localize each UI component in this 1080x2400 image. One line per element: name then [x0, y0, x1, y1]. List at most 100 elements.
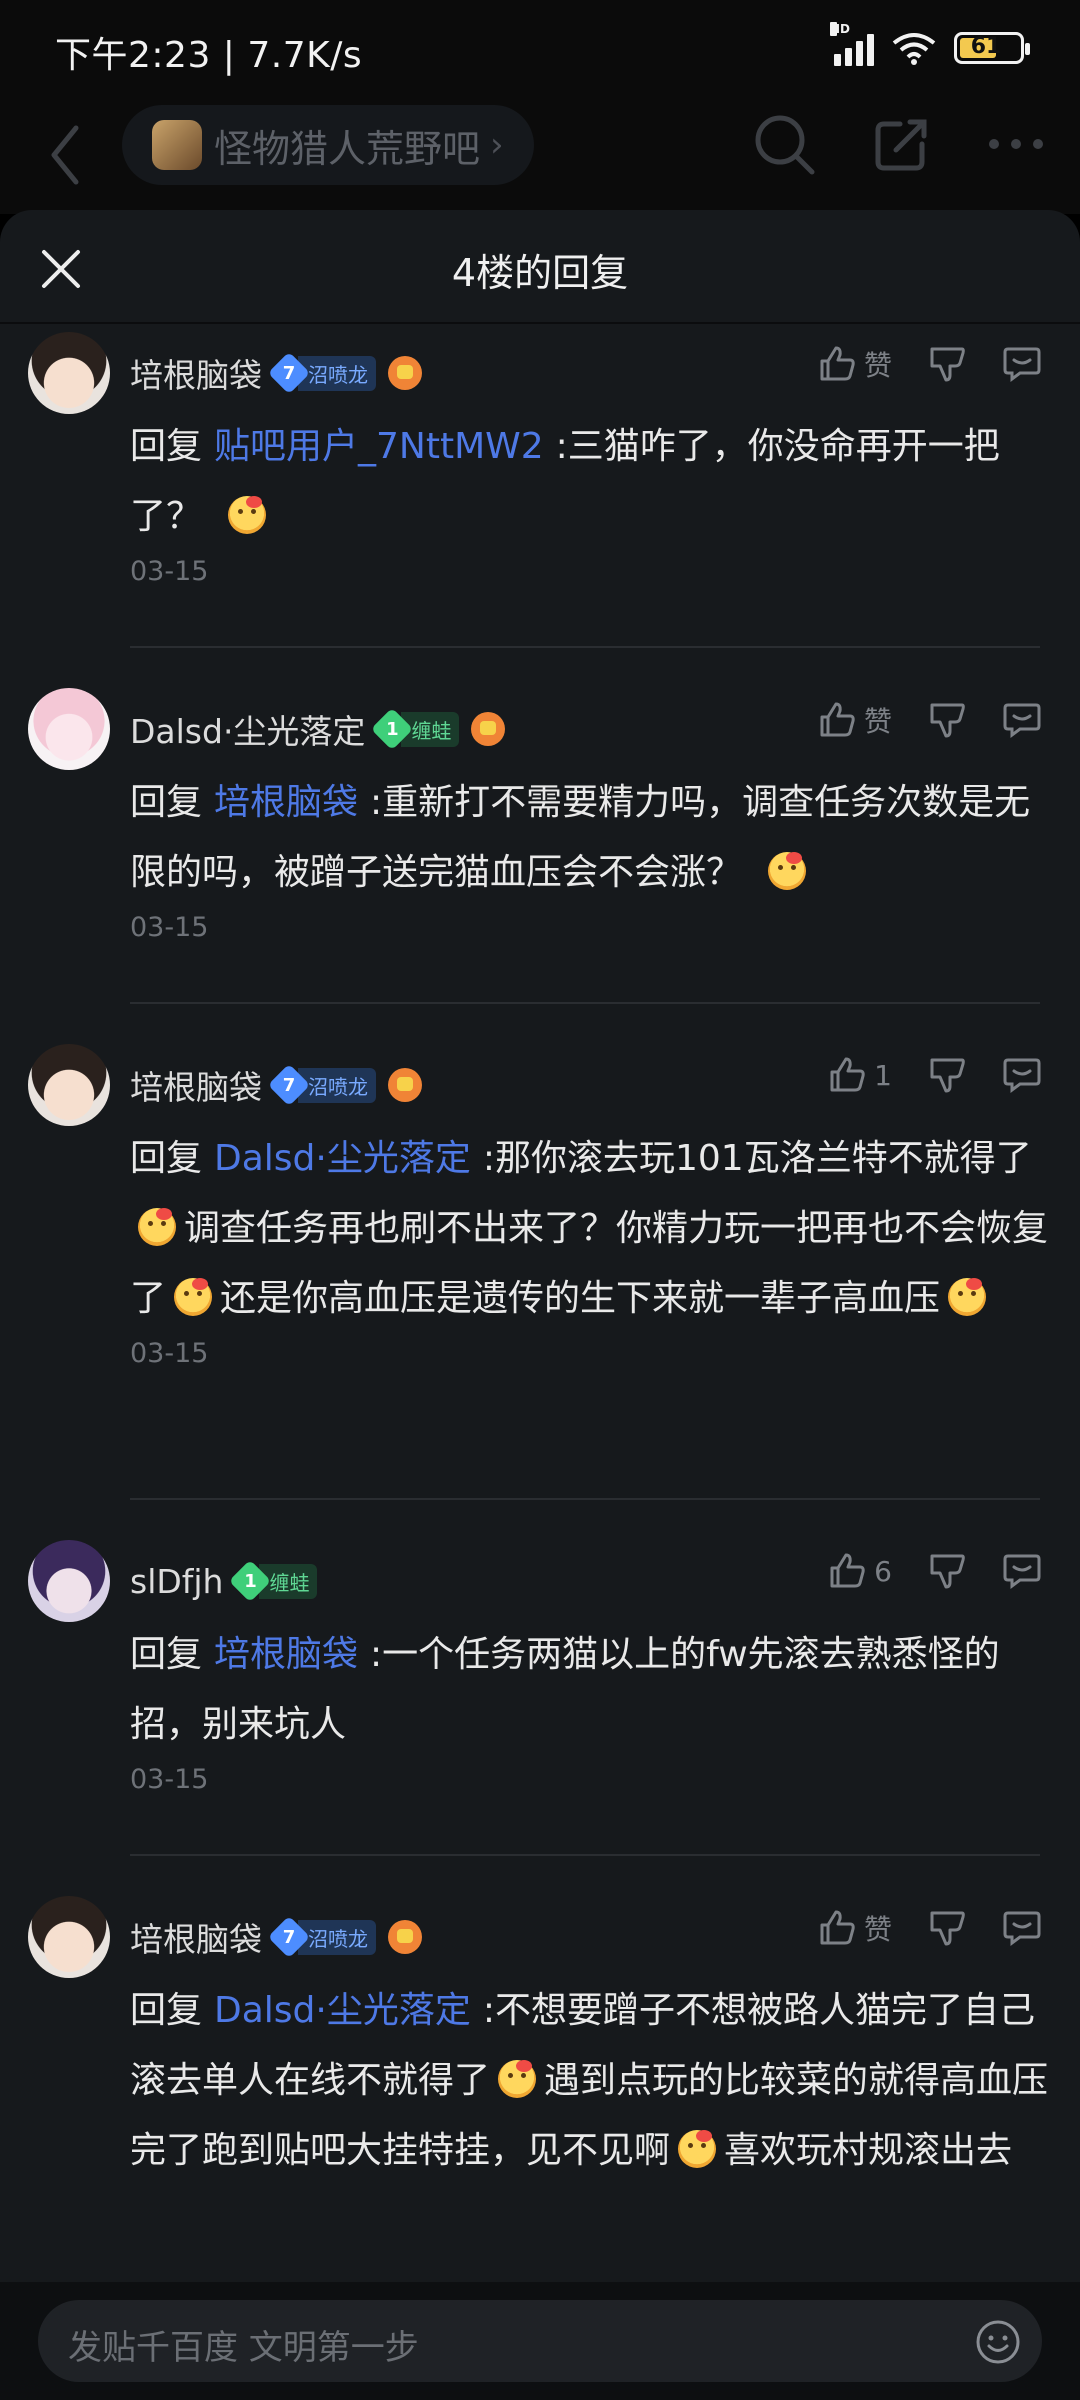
- thumbs-down-icon: [930, 347, 965, 382]
- like-button[interactable]: 1: [828, 1056, 892, 1094]
- comment-text: 回复 Dalsd·尘光落定:不想要蹭子不想被路人猫完了自己滚去单人在线不就得了 遇到…: [130, 1990, 1049, 2171]
- level-badge: 1 缠蛙: [233, 1563, 318, 1599]
- comment-icon: [1003, 1911, 1041, 1946]
- like-button[interactable]: 赞: [818, 700, 892, 740]
- dislike-button[interactable]: [928, 1552, 966, 1590]
- reply-sheet: 4楼的回复 培根脑袋 7 沼喷龙 赞 回复 贴吧用户_7NttMW2:三猫咋了…: [0, 210, 1080, 2400]
- nav-actions: [752, 112, 1044, 176]
- emoji-icon: [138, 1208, 176, 1246]
- comment-text: 回复 培根脑袋:重新打不需要精力吗，调查任务次数是无限的吗，被蹭子送完猫血压会不会…: [130, 782, 1031, 893]
- dislike-button[interactable]: [928, 345, 966, 383]
- comment-item: 培根脑袋 7 沼喷龙 赞 回复 贴吧用户_7NttMW2:三猫咋了，你没命再开…: [0, 324, 1080, 587]
- emoji-icon: [948, 1278, 987, 1316]
- thumbs-up-icon: [830, 1057, 865, 1092]
- avatar[interactable]: [28, 332, 110, 414]
- thumbs-up-icon: [820, 702, 855, 737]
- comment-text: 回复 贴吧用户_7NttMW2:三猫咋了，你没命再开一把了？: [130, 426, 1000, 537]
- thumbs-down-icon: [930, 1911, 965, 1946]
- bottom-input-bar: 发贴千百度 文明第一步: [0, 2282, 1080, 2400]
- mention-link[interactable]: 培根脑袋: [214, 1634, 358, 1675]
- comment-item: slDfjh 1 缠蛙 6 回复 培根脑袋:一个任务两猫以上的fw先滚去熟悉怪…: [0, 1532, 1080, 1795]
- forum-link[interactable]: 怪物猎人荒野吧 ›: [122, 105, 534, 185]
- comment-item: 培根脑袋 7 沼喷龙 1 回复 Dalsd·尘光落定:那你滚去玩101瓦洛兰特…: [0, 1036, 1080, 1369]
- divider: [130, 1002, 1040, 1004]
- username[interactable]: slDfjh: [130, 1562, 223, 1601]
- emoji-icon: [228, 496, 267, 534]
- dislike-button[interactable]: [928, 701, 966, 739]
- mention-link[interactable]: Dalsd·尘光落定: [214, 1138, 471, 1179]
- divider: [130, 646, 1040, 648]
- comment-date: 03-15: [130, 912, 209, 943]
- emoji-icon: [768, 852, 807, 890]
- game-badge-icon: [388, 1920, 422, 1954]
- emoji-icon: [498, 2060, 537, 2098]
- mention-link[interactable]: 培根脑袋: [214, 782, 358, 823]
- comment-item: 培根脑袋 7 沼喷龙 赞 回复 Dalsd·尘光落定:不想要蹭子不想被路人猫完…: [0, 1888, 1080, 2186]
- comment-icon: [1003, 1554, 1041, 1589]
- thumbs-up-icon: [820, 346, 855, 381]
- thumbs-down-icon: [930, 1058, 965, 1093]
- level-badge: 7 沼喷龙: [272, 1067, 376, 1103]
- like-count: 6: [874, 1554, 892, 1588]
- wifi-icon: [892, 33, 936, 65]
- signal-icon: HD: [830, 22, 874, 66]
- thumbs-up-icon: [820, 1910, 855, 1945]
- reply-input-placeholder: 发贴千百度 文明第一步: [68, 2328, 419, 2368]
- emoji-picker-icon[interactable]: [974, 2318, 1022, 2366]
- like-button[interactable]: 6: [828, 1552, 892, 1590]
- thumbs-down-icon: [930, 703, 965, 738]
- reply-button[interactable]: [1002, 1056, 1042, 1094]
- share-icon[interactable]: [872, 114, 932, 174]
- game-badge-icon: [388, 356, 422, 390]
- username[interactable]: 培根脑袋: [130, 1913, 262, 1961]
- avatar[interactable]: [28, 1540, 110, 1622]
- avatar[interactable]: [28, 688, 110, 770]
- dislike-button[interactable]: [928, 1056, 966, 1094]
- mention-link[interactable]: 贴吧用户_7NttMW2: [214, 426, 544, 467]
- back-icon[interactable]: [46, 120, 86, 190]
- reply-button[interactable]: [1002, 1552, 1042, 1590]
- comment-actions: 1: [792, 1056, 1042, 1094]
- emoji-icon: [174, 1278, 213, 1316]
- like-button[interactable]: 赞: [818, 1908, 892, 1948]
- username[interactable]: 培根脑袋: [130, 1061, 262, 1109]
- comment-date: 03-15: [130, 1338, 209, 1369]
- reply-input[interactable]: 发贴千百度 文明第一步: [38, 2300, 1042, 2382]
- comment-icon: [1003, 1058, 1041, 1093]
- emoji-icon: [678, 2130, 717, 2168]
- mention-link[interactable]: Dalsd·尘光落定: [214, 1990, 471, 2031]
- comment-icon: [1003, 703, 1041, 738]
- level-badge: 7 沼喷龙: [272, 1919, 376, 1955]
- reply-button[interactable]: [1002, 345, 1042, 383]
- divider: [130, 1498, 1040, 1500]
- comment-actions: 赞: [782, 700, 1042, 740]
- more-icon[interactable]: [988, 137, 1044, 151]
- comment-text: 回复 培根脑袋:一个任务两猫以上的fw先滚去熟悉怪的招，别来坑人: [130, 1634, 1000, 1745]
- status-icons: HD 61: [830, 22, 1030, 66]
- comment-actions: 赞: [782, 1908, 1042, 1948]
- username[interactable]: Dalsd·尘光落定: [130, 705, 365, 753]
- username[interactable]: 培根脑袋: [130, 349, 262, 397]
- comment-item: Dalsd·尘光落定 1 缠蛙 赞 回复 培根脑袋:重新打不需要精力吗，调查任…: [0, 680, 1080, 943]
- comment-date: 03-15: [130, 1764, 209, 1795]
- like-button[interactable]: 赞: [818, 344, 892, 384]
- status-time-speed: 下午2:23 | 7.7K/s: [55, 35, 363, 76]
- battery-icon: 61: [954, 32, 1030, 64]
- battery-level: 61: [970, 34, 1002, 59]
- level-badge: 7 沼喷龙: [272, 355, 376, 391]
- reply-button[interactable]: [1002, 1909, 1042, 1947]
- status-time: 下午2:23: [55, 35, 211, 76]
- game-badge-icon: [471, 712, 506, 746]
- reply-button[interactable]: [1002, 701, 1042, 739]
- comment-date: 03-15: [130, 556, 209, 587]
- dislike-button[interactable]: [928, 1909, 966, 1947]
- avatar[interactable]: [28, 1896, 110, 1978]
- avatar[interactable]: [28, 1044, 110, 1126]
- sheet-header: 4楼的回复: [0, 210, 1080, 324]
- forum-name: 怪物猎人荒野吧: [214, 126, 481, 171]
- comment-actions: 6: [792, 1552, 1042, 1590]
- level-badge: 1 缠蛙: [375, 711, 460, 747]
- thumbs-down-icon: [930, 1554, 965, 1589]
- sheet-title: 4楼的回复: [451, 251, 629, 295]
- search-icon[interactable]: [752, 112, 816, 176]
